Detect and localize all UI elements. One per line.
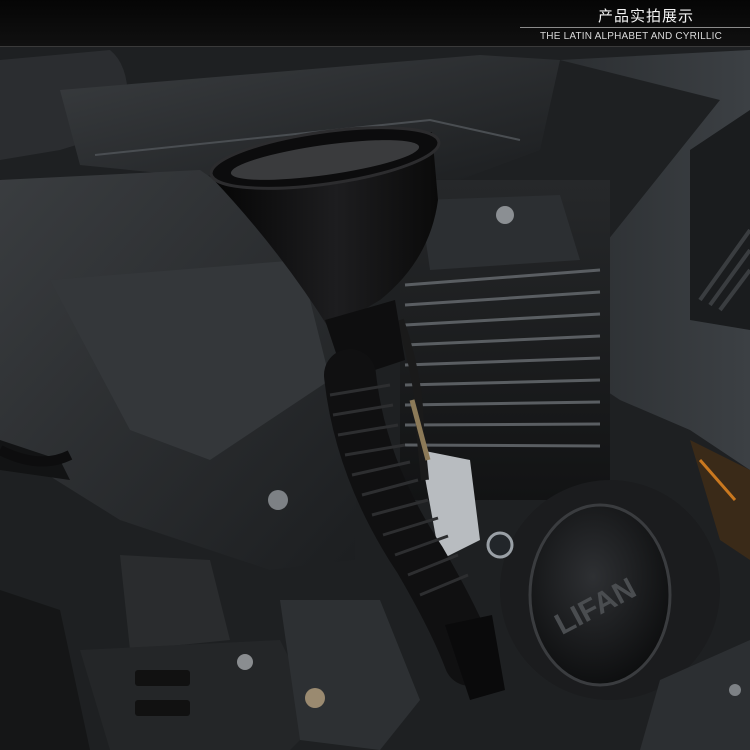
panel-bolt — [268, 490, 288, 510]
engine-bolt — [496, 206, 514, 224]
top-banner: 产品实拍展示 THE LATIN ALPHABET AND CYRILLIC — [0, 0, 750, 47]
footrest-bracket — [80, 640, 320, 750]
banner-subtitle: THE LATIN ALPHABET AND CYRILLIC — [540, 31, 722, 42]
banner-title: 产品实拍展示 — [597, 7, 694, 25]
product-photo: LIFAN 产品实拍展示 THE LATIN ALPHABET AND CYRI… — [0, 0, 750, 750]
motorcycle-funnel-photo: LIFAN — [0, 0, 750, 750]
banner-divider — [520, 27, 750, 28]
